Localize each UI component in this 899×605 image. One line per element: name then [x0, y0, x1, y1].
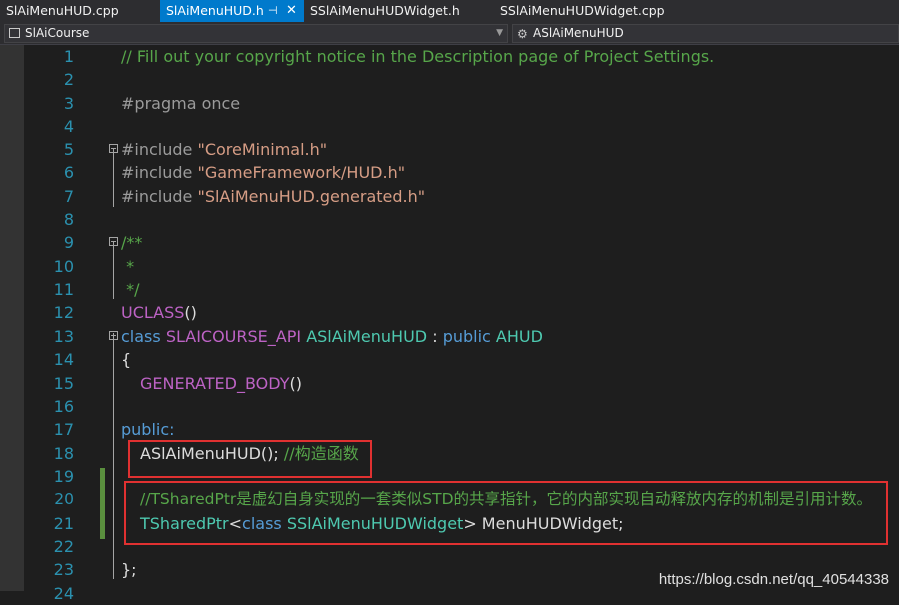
- code-macro: UCLASS: [121, 303, 185, 322]
- tab-sslaimenuhudwidget-cpp[interactable]: SSlAiMenuHUDWidget.cpp: [494, 0, 694, 22]
- code-text: };: [121, 560, 137, 579]
- highlight-box-widget: [124, 481, 888, 545]
- line-number: 5: [63, 140, 74, 159]
- code-macro: SLAICOURSE_API: [165, 327, 302, 346]
- line-number: 7: [63, 187, 74, 206]
- line-number: 3: [63, 94, 74, 113]
- code-editor[interactable]: 1 // Fill out your copyright notice in th…: [0, 45, 899, 603]
- line-number: 9: [63, 233, 74, 252]
- line-number: 14: [53, 350, 74, 369]
- code-string: "GameFramework/HUD.h": [197, 163, 406, 182]
- collapse-toggle-icon[interactable]: [109, 331, 118, 340]
- code-string: "CoreMinimal.h": [197, 140, 328, 159]
- project-dropdown-label: SlAiCourse: [25, 26, 90, 40]
- project-icon: [9, 28, 20, 38]
- code-keyword: public:: [121, 420, 175, 439]
- line-number: 20: [54, 490, 74, 508]
- code-keyword: public: [442, 327, 491, 346]
- code-comment: /**: [121, 233, 143, 252]
- line-number: 16: [53, 397, 74, 416]
- tab-sslaimenuhudwidget-h[interactable]: SSlAiMenuHUDWidget.h: [304, 0, 494, 22]
- line-number: 8: [63, 210, 74, 229]
- tab-label: SSlAiMenuHUDWidget.h: [310, 3, 460, 18]
- line-number: 22: [53, 537, 74, 556]
- class-icon: ⚙: [517, 27, 528, 41]
- code-macro: GENERATED_BODY: [140, 374, 290, 393]
- code-comment: *: [121, 257, 135, 276]
- code-include: #include: [121, 140, 193, 159]
- line-number: 24: [53, 584, 74, 603]
- line-number: 1: [63, 47, 74, 66]
- tab-slaimenuhud-h[interactable]: SlAiMenuHUD.h ⊣ ✕: [160, 0, 304, 22]
- tab-bar: SlAiMenuHUD.cpp SlAiMenuHUD.h ⊣ ✕ SSlAiM…: [0, 0, 899, 22]
- code-comment: // Fill out your copyright notice in the…: [121, 47, 715, 66]
- line-number: 6: [63, 163, 74, 182]
- highlight-box-constructor: [128, 440, 372, 478]
- member-dropdown[interactable]: ⚙ ASlAiMenuHUD: [512, 24, 899, 43]
- line-number: 19: [53, 467, 74, 486]
- line-number: 23: [53, 560, 74, 579]
- line-number: 4: [63, 117, 74, 136]
- code-keyword: class: [121, 327, 161, 346]
- tab-label: SSlAiMenuHUDWidget.cpp: [500, 3, 665, 18]
- tab-label: SlAiMenuHUD.h: [166, 3, 264, 18]
- navigation-bar: SlAiCourse ▼ ⚙ ASlAiMenuHUD: [0, 22, 899, 45]
- line-number: 17: [53, 420, 74, 439]
- code-string: "SlAiMenuHUD.generated.h": [197, 187, 426, 206]
- line-number: 11: [53, 280, 74, 299]
- tab-label: SlAiMenuHUD.cpp: [6, 3, 119, 18]
- line-number: 2: [63, 70, 74, 89]
- code-text: (): [184, 303, 197, 322]
- line-number: 18: [53, 444, 74, 463]
- watermark: https://blog.csdn.net/qq_40544338: [658, 571, 889, 588]
- code-pragma: #pragma once: [121, 94, 241, 113]
- pin-icon[interactable]: ⊣: [268, 0, 278, 22]
- code-include: #include: [121, 163, 193, 182]
- code-type: AHUD: [495, 327, 543, 346]
- code-text: (): [289, 374, 302, 393]
- code-type: ASlAiMenuHUD: [306, 327, 428, 346]
- line-number: 15: [53, 374, 74, 393]
- member-dropdown-label: ASlAiMenuHUD: [533, 26, 624, 40]
- code-include: #include: [121, 187, 193, 206]
- line-number: 10: [53, 257, 74, 276]
- code-text: :: [427, 327, 443, 346]
- tab-slaimenuhud-cpp[interactable]: SlAiMenuHUD.cpp: [0, 0, 160, 22]
- chevron-down-icon: ▼: [496, 28, 503, 38]
- collapse-toggle-icon[interactable]: [109, 144, 118, 153]
- code-text: {: [121, 350, 132, 369]
- line-number: 21: [53, 514, 74, 533]
- close-icon[interactable]: ✕: [286, 0, 297, 22]
- collapse-toggle-icon[interactable]: [109, 237, 118, 246]
- project-dropdown[interactable]: SlAiCourse ▼: [4, 24, 508, 43]
- line-number: 13: [53, 327, 74, 346]
- code-comment: */: [121, 280, 140, 299]
- line-number: 12: [53, 303, 74, 322]
